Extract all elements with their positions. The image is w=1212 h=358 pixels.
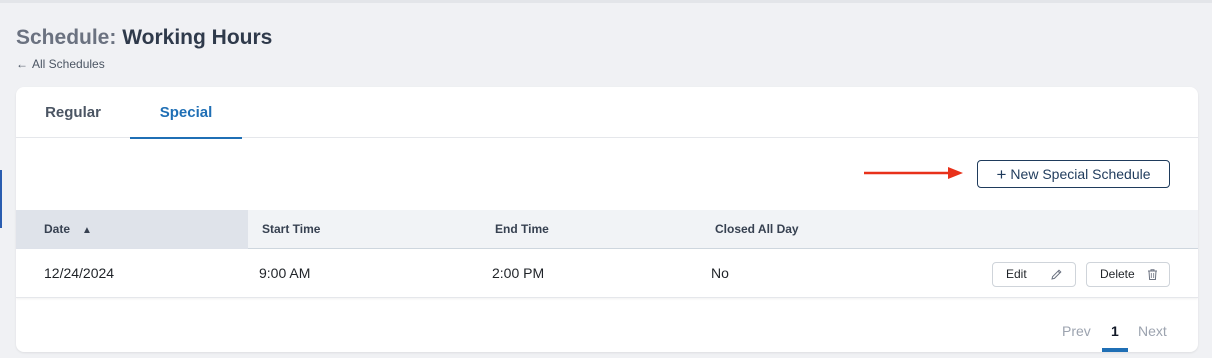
tab-bar: Regular Special	[16, 87, 1198, 139]
column-header-closed-all-day: Closed All Day	[715, 222, 799, 236]
column-header-date[interactable]: Date ▲	[16, 210, 248, 249]
new-special-schedule-button[interactable]: + New Special Schedule	[977, 160, 1170, 188]
cell-closed-all-day: No	[711, 265, 729, 281]
edit-button-label: Edit	[1006, 267, 1027, 281]
column-header-start-time: Start Time	[262, 222, 321, 236]
page-title-prefix: Schedule:	[16, 26, 117, 49]
page-title-name: Working Hours	[122, 26, 273, 49]
column-header-end-time: End Time	[495, 222, 549, 236]
delete-button-label: Delete	[1100, 267, 1135, 281]
table-row: 12/24/2024 9:00 AM 2:00 PM No Edit Delet…	[16, 249, 1198, 298]
left-accent-bar	[0, 170, 2, 228]
pagination-prev[interactable]: Prev	[1062, 323, 1091, 339]
page-title: Schedule: Working Hours	[16, 26, 272, 50]
tab-regular[interactable]: Regular	[16, 87, 130, 138]
delete-button[interactable]: Delete	[1086, 262, 1170, 287]
tab-special[interactable]: Special	[130, 87, 242, 139]
back-link-all-schedules[interactable]: ← All Schedules	[16, 57, 105, 71]
red-arrow-icon	[864, 167, 963, 179]
top-border	[0, 0, 1212, 3]
arrow-left-icon: ←	[16, 57, 28, 71]
plus-icon: +	[996, 165, 1007, 184]
trash-icon	[1148, 269, 1157, 280]
pagination-next[interactable]: Next	[1138, 323, 1167, 339]
cell-end-time: 2:00 PM	[492, 265, 545, 281]
cell-start-time: 9:00 AM	[259, 265, 311, 281]
table-header: Date ▲ Start Time End Time Closed All Day	[16, 210, 1198, 249]
column-header-label: Date	[44, 222, 71, 236]
cell-date: 12/24/2024	[44, 265, 115, 281]
back-link-label: All Schedules	[32, 57, 105, 71]
sort-asc-icon: ▲	[82, 225, 92, 236]
pagination-active-indicator	[1102, 348, 1128, 352]
edit-button[interactable]: Edit	[992, 262, 1076, 287]
schedule-card: Regular Special + New Special Schedule Da…	[16, 87, 1198, 352]
pencil-icon	[1051, 269, 1062, 280]
new-special-schedule-label: New Special Schedule	[1010, 166, 1151, 182]
pagination-page-1[interactable]: 1	[1111, 323, 1119, 339]
